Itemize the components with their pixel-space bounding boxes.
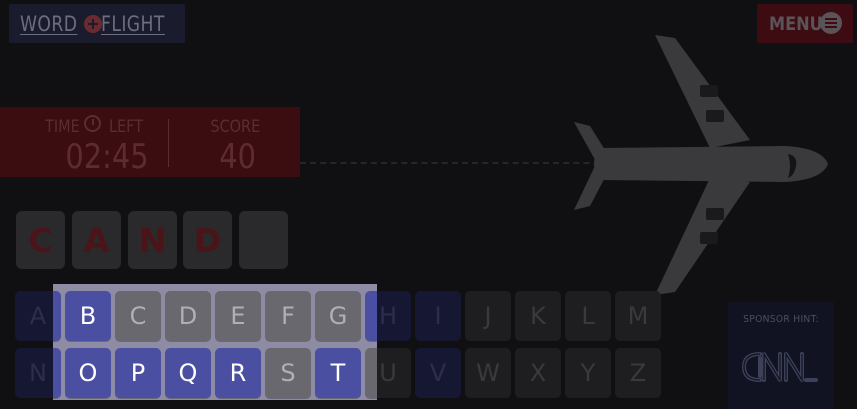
time-left-value: 02:45 [65, 137, 149, 177]
compass-icon [84, 14, 103, 33]
time-label-left: LEFT [109, 117, 144, 137]
answer-tile[interactable]: C [16, 211, 65, 269]
logo-word-flight: FLIGHT [101, 11, 165, 36]
key-b[interactable]: B [65, 291, 111, 341]
key-x[interactable]: X [515, 348, 561, 398]
key-i[interactable]: I [415, 291, 461, 341]
logo-word-word: WORD [20, 11, 78, 36]
key-a-edge [53, 291, 61, 341]
keyboard-highlight: B C D E F G O P Q R S T [53, 284, 377, 400]
key-m[interactable]: M [615, 291, 661, 341]
key-v[interactable]: V [415, 348, 461, 398]
answer-tile[interactable]: N [128, 211, 177, 269]
sponsor-hint-label: SPONSOR HINT: [743, 314, 819, 325]
stats-panel: TIME LEFT 02:45 SCORE 40 [0, 107, 300, 177]
key-p[interactable]: P [115, 348, 161, 398]
word-flight-logo[interactable]: WORD FLIGHT [9, 4, 185, 43]
key-q[interactable]: Q [165, 348, 211, 398]
answer-tile[interactable] [239, 211, 288, 269]
score-label: SCORE [210, 117, 261, 137]
answer-tile[interactable]: A [72, 211, 121, 269]
airplane-icon [574, 35, 828, 295]
key-n-edge [53, 348, 61, 398]
key-d[interactable]: D [165, 291, 211, 341]
cnn-logo-icon [742, 351, 818, 383]
key-s[interactable]: S [265, 348, 311, 398]
key-l[interactable]: L [565, 291, 611, 341]
sponsor-hint-panel[interactable]: SPONSOR HINT: [728, 302, 834, 409]
key-e[interactable]: E [215, 291, 261, 341]
game-stage: WORD FLIGHT MENU TIME LEFT 02:45 SCORE 4… [0, 0, 857, 409]
key-o[interactable]: O [65, 348, 111, 398]
key-j[interactable]: J [465, 291, 511, 341]
time-label-time: TIME [45, 117, 80, 137]
answer-tile[interactable]: D [183, 211, 232, 269]
key-t[interactable]: T [315, 348, 361, 398]
score-value: 40 [219, 137, 257, 177]
key-k[interactable]: K [515, 291, 561, 341]
key-c[interactable]: C [115, 291, 161, 341]
key-z[interactable]: Z [615, 348, 661, 398]
key-r[interactable]: R [215, 348, 261, 398]
key-h-edge [365, 291, 377, 341]
stats-divider [168, 119, 169, 167]
key-f[interactable]: F [265, 291, 311, 341]
key-w[interactable]: W [465, 348, 511, 398]
key-y[interactable]: Y [565, 348, 611, 398]
clock-icon [84, 115, 101, 132]
key-u-edge [365, 348, 377, 398]
key-g[interactable]: G [315, 291, 361, 341]
